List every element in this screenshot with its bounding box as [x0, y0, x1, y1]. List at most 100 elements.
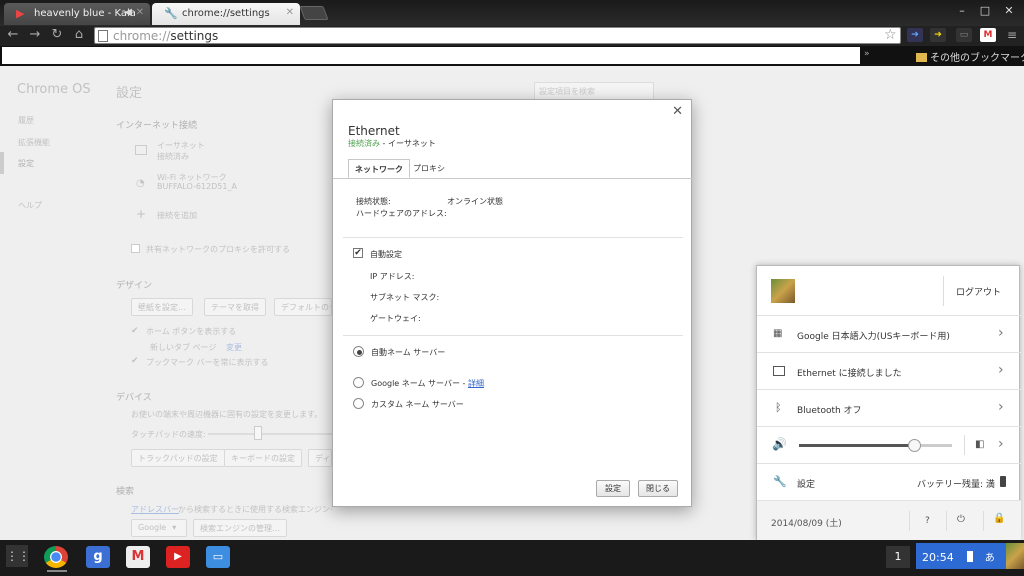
- new-tab-label: 新しいタブ ページ: [150, 343, 217, 352]
- extension-icon[interactable]: ➔: [907, 28, 923, 42]
- dns-google-row: Google ネーム サーバー - 詳細: [371, 378, 484, 389]
- close-window-icon[interactable]: ✕: [1001, 3, 1017, 19]
- bookmark-star-icon[interactable]: ☆: [884, 27, 897, 43]
- close-icon[interactable]: ✕: [286, 7, 294, 18]
- wifi-ssid[interactable]: BUFFALO-612D51_A: [157, 182, 237, 191]
- home-checkbox[interactable]: ✔: [131, 326, 139, 336]
- minimize-icon[interactable]: –: [954, 3, 970, 19]
- close-icon[interactable]: ✕: [672, 104, 683, 119]
- tab-proxy[interactable]: プロキシ: [413, 163, 445, 174]
- ime-indicator: あ: [984, 553, 995, 564]
- dns-custom-radio[interactable]: [353, 398, 364, 409]
- system-tray-menu: ログアウト ▦ Google 日本語入力(USキーボード用) › Etherne…: [756, 265, 1021, 541]
- user-row: ログアウト: [757, 266, 1021, 316]
- chevron-right-icon: ›: [998, 362, 1004, 378]
- touchpad-slider[interactable]: [208, 433, 332, 435]
- battery-icon: [967, 551, 974, 562]
- user-avatar[interactable]: [1006, 543, 1024, 569]
- logout-button[interactable]: ログアウト: [956, 285, 1001, 298]
- divider: [943, 276, 944, 306]
- keyboard-icon: ▦: [773, 328, 783, 339]
- dns-custom-label: カスタム ネーム サーバー: [371, 400, 464, 409]
- tab-youtube[interactable]: ▶ heavenly blue - Kala ◀ ✕: [4, 3, 150, 25]
- status-area[interactable]: 20:54 あ: [916, 543, 1006, 569]
- dialog-title: Ethernet: [348, 124, 400, 138]
- touchpad-slider-thumb[interactable]: [254, 426, 262, 440]
- files-icon[interactable]: ▭: [206, 546, 230, 568]
- ethernet-row[interactable]: Ethernet に接続しました ›: [757, 353, 1021, 390]
- hardware-address-label: ハードウェアのアドレス:: [356, 209, 447, 218]
- chevron-right-icon[interactable]: ›: [998, 436, 1004, 452]
- menu-icon[interactable]: ≡: [1004, 28, 1020, 42]
- help-button[interactable]: ?: [925, 516, 930, 526]
- chrome-icon[interactable]: [44, 546, 68, 568]
- gmail-icon[interactable]: M: [126, 546, 150, 568]
- gateway-label: ゲートウェイ:: [370, 314, 421, 323]
- nav-help[interactable]: ヘルプ: [18, 200, 42, 211]
- tab-title: heavenly blue - Kala: [34, 8, 136, 19]
- power-icon[interactable]: ⏻: [957, 514, 965, 525]
- back-icon[interactable]: ←: [4, 26, 22, 44]
- touchpad-settings-button[interactable]: トラックパッドの設定: [131, 449, 225, 467]
- reload-icon[interactable]: ↻: [48, 26, 66, 44]
- home-icon[interactable]: ⌂: [70, 26, 88, 44]
- theme-button[interactable]: テーマを取得: [204, 298, 266, 316]
- dns-details-link[interactable]: 詳細: [468, 379, 484, 388]
- cast-icon[interactable]: ▭: [956, 28, 972, 42]
- ime-row[interactable]: ▦ Google 日本語入力(USキーボード用) ›: [757, 316, 1021, 353]
- dns-auto-label: 自動ネーム サーバー: [371, 348, 446, 357]
- forward-icon[interactable]: →: [26, 26, 44, 44]
- nav-history[interactable]: 履歴: [18, 115, 34, 126]
- add-connection[interactable]: 接続を追加: [157, 210, 197, 221]
- connected-status: 接続済み: [348, 139, 380, 148]
- address-bar-link[interactable]: アドレスバー: [131, 504, 179, 515]
- dns-google-radio[interactable]: [353, 377, 364, 388]
- nav-extensions[interactable]: 拡張機能: [18, 137, 50, 148]
- home-checkbox-label: ホーム ボタンを表示する: [146, 327, 237, 336]
- tab-settings[interactable]: 🔧 chrome://settings ✕: [152, 3, 300, 25]
- display-settings-button[interactable]: ディ: [308, 449, 332, 467]
- lock-icon[interactable]: 🔒: [993, 513, 1005, 524]
- new-tab-button[interactable]: [299, 6, 329, 20]
- wallpaper-button[interactable]: 壁紙を設定...: [131, 298, 193, 316]
- manage-search-engines-button[interactable]: 検索エンジンの管理...: [193, 519, 287, 537]
- ethernet-name[interactable]: イーサネット: [157, 140, 205, 151]
- auto-config-checkbox[interactable]: ✔: [353, 248, 363, 258]
- close-button[interactable]: 閉じる: [638, 480, 678, 497]
- change-link[interactable]: 変更: [226, 342, 242, 353]
- gmail-icon[interactable]: M: [980, 28, 996, 42]
- settings-row[interactable]: 🔧 設定 バッテリー残量: 満: [757, 464, 1021, 501]
- maximize-icon[interactable]: □: [977, 3, 993, 19]
- youtube-icon[interactable]: ▶: [166, 546, 190, 568]
- tab-network[interactable]: ネットワーク: [348, 159, 410, 178]
- address-bar[interactable]: chrome://settings: [94, 27, 901, 44]
- other-bookmarks[interactable]: その他のブックマーク: [916, 49, 1024, 64]
- bookmark-checkbox[interactable]: ✔: [131, 356, 139, 366]
- google-search-icon[interactable]: g: [86, 546, 110, 568]
- touchpad-speed-label: タッチパッドの速度:: [131, 430, 206, 439]
- search-engine-select[interactable]: Google ▾: [131, 519, 187, 537]
- search-engine-value: Google: [138, 523, 167, 532]
- volume-row: 🔊 ◧ ›: [757, 427, 1021, 464]
- date-label[interactable]: 2014/08/09 (土): [771, 516, 842, 529]
- search-heading: 検索: [116, 487, 135, 497]
- bluetooth-row[interactable]: ᛒ Bluetooth オフ ›: [757, 390, 1021, 427]
- overflow-icon[interactable]: »: [864, 49, 870, 59]
- settings-search-input[interactable]: 設定項目を検索: [534, 82, 654, 100]
- nav-settings[interactable]: 設定: [18, 158, 34, 169]
- volume-slider-thumb[interactable]: [908, 439, 921, 452]
- extension-icon[interactable]: ➔: [930, 28, 946, 42]
- volume-icon[interactable]: 🔊: [772, 437, 787, 451]
- default-theme-button[interactable]: デフォルトのテ: [274, 298, 332, 316]
- dns-auto-radio[interactable]: [353, 346, 364, 357]
- audio-output-icon[interactable]: ◧: [975, 439, 984, 450]
- app-launcher-icon[interactable]: ⋮⋮: [6, 545, 30, 567]
- window-count[interactable]: 1: [886, 546, 910, 568]
- set-button[interactable]: 設定: [596, 480, 630, 497]
- keyboard-settings-button[interactable]: キーボードの設定: [224, 449, 302, 467]
- proxy-checkbox[interactable]: [131, 244, 140, 253]
- volume-slider[interactable]: [799, 439, 952, 452]
- battery-icon: [1000, 476, 1006, 487]
- tab-title: chrome://settings: [182, 8, 270, 19]
- close-icon[interactable]: ✕: [136, 7, 144, 18]
